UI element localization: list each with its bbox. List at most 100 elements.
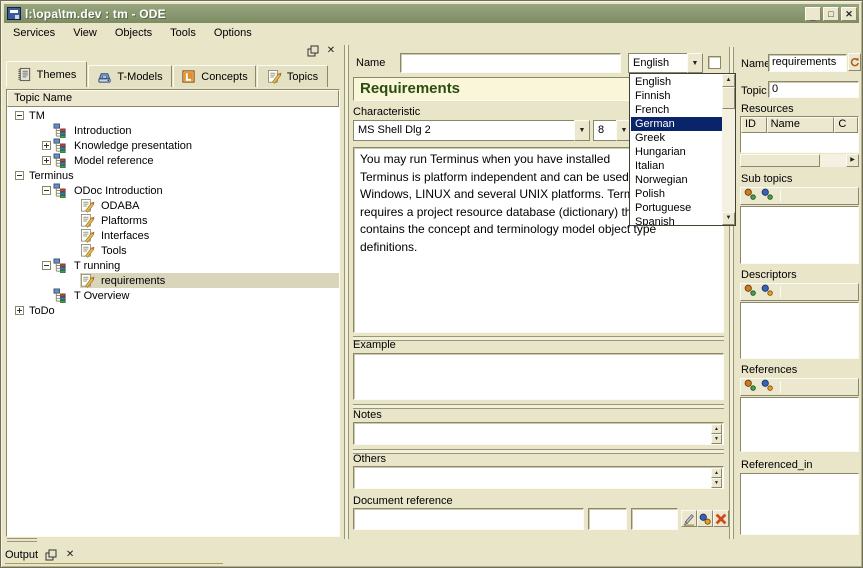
add-reference-button[interactable] (743, 378, 757, 397)
tree-row-requirements[interactable]: requirements (7, 273, 339, 288)
tree-row-model-reference[interactable]: Model reference (7, 153, 339, 168)
link-reference-button[interactable] (760, 378, 774, 397)
menu-services[interactable]: Services (4, 24, 64, 43)
menu-view[interactable]: View (64, 24, 106, 43)
resources-hscrollbar[interactable]: ▶ (740, 154, 859, 167)
spin-up-icon[interactable]: ▲ (711, 468, 722, 478)
spin-down-icon[interactable]: ▼ (711, 434, 722, 444)
language-option-hungarian[interactable]: Hungarian (631, 145, 722, 159)
splitter[interactable] (353, 336, 724, 341)
chevron-down-icon[interactable]: ▼ (687, 53, 703, 73)
language-option-finnish[interactable]: Finnish (631, 89, 722, 103)
menu-objects[interactable]: Objects (106, 24, 161, 43)
expand-icon[interactable] (15, 306, 24, 315)
others-field[interactable]: ▲▼ (353, 466, 724, 489)
font-size-combo[interactable]: 8 ▼ (593, 120, 632, 141)
language-option-norwegian[interactable]: Norwegian (631, 173, 722, 187)
docref-field-3[interactable] (631, 508, 678, 530)
subtopics-list[interactable] (740, 206, 859, 264)
spin-up-icon[interactable]: ▲ (711, 424, 722, 434)
resources-column-c[interactable]: C (834, 117, 858, 133)
spin-down-icon[interactable]: ▼ (711, 478, 722, 488)
add-descriptor-button[interactable] (743, 283, 757, 302)
language-option-german[interactable]: German (631, 117, 722, 131)
splitter[interactable] (353, 449, 724, 454)
language-option-greek[interactable]: Greek (631, 131, 722, 145)
close-button[interactable]: ✕ (841, 7, 857, 21)
maximize-button[interactable]: □ (823, 7, 839, 21)
tree-row-introduction[interactable]: Introduction (7, 123, 339, 138)
tree-row-tools[interactable]: Tools (7, 243, 339, 258)
font-combo[interactable]: MS Shell Dlg 2 ▼ (353, 120, 590, 141)
language-combo[interactable]: English ▼ (628, 53, 703, 73)
scrollbar-thumb[interactable] (722, 87, 735, 109)
leaf-topic-icon (80, 213, 98, 228)
collapse-icon[interactable] (42, 261, 51, 270)
rp-name-field[interactable]: requirements (768, 54, 847, 72)
tab-topics[interactable]: Topics (257, 65, 328, 87)
rp-topic-field[interactable]: 0 (768, 81, 859, 98)
tab-t-models[interactable]: T-Models (88, 65, 172, 87)
docref-link-button[interactable] (697, 510, 713, 527)
leaf-topic-icon (80, 228, 98, 243)
menu-tools[interactable]: Tools (161, 24, 205, 43)
expand-icon[interactable] (42, 141, 51, 150)
tab-themes[interactable]: Themes (6, 61, 87, 87)
docref-path-field[interactable] (353, 508, 584, 530)
tree-row-knowledge-presentation[interactable]: Knowledge presentation (7, 138, 339, 153)
resources-column-name[interactable]: Name (767, 117, 835, 133)
tab-concepts[interactable]: Concepts (173, 65, 256, 87)
minimize-button[interactable]: _ (805, 7, 821, 21)
tree-row-terminus[interactable]: Terminus (7, 168, 339, 183)
collapse-icon[interactable] (15, 111, 24, 120)
language-option-english[interactable]: English (631, 75, 722, 89)
refresh-button[interactable] (848, 53, 861, 71)
close-output-icon[interactable]: ✕ (64, 549, 76, 561)
example-textarea[interactable] (353, 353, 724, 400)
tree-row-t-overview[interactable]: T Overview (7, 288, 339, 303)
tree-row-todo[interactable]: ToDo (7, 303, 339, 318)
float-output-icon[interactable] (45, 549, 57, 561)
references-list[interactable] (740, 397, 859, 452)
language-option-french[interactable]: French (631, 103, 722, 117)
output-splitter-grip[interactable] (7, 538, 37, 542)
insert-subtopic-button[interactable] (760, 187, 774, 206)
language-checkbox[interactable] (708, 56, 721, 69)
splitter[interactable] (353, 404, 724, 409)
tree-row-odoc-introduction[interactable]: ODoc Introduction (7, 183, 339, 198)
expand-icon[interactable] (42, 156, 51, 165)
tree-row-t-running[interactable]: T running (7, 258, 339, 273)
tab-label: T-Models (117, 71, 162, 83)
scroll-up-icon[interactable]: ▲ (722, 74, 735, 87)
referenced-in-list[interactable] (740, 473, 859, 535)
link-descriptor-button[interactable] (760, 283, 774, 302)
docref-sign-button[interactable] (681, 510, 697, 527)
language-option-polish[interactable]: Polish (631, 187, 722, 201)
collapse-icon[interactable] (42, 186, 51, 195)
scroll-right-icon[interactable]: ▶ (846, 154, 859, 167)
menu-options[interactable]: Options (205, 24, 261, 43)
resources-column-id[interactable]: ID (741, 117, 767, 133)
chevron-down-icon[interactable]: ▼ (574, 120, 590, 141)
float-panel-icon[interactable] (307, 45, 319, 57)
notes-field[interactable]: ▲▼ (353, 422, 724, 445)
tree-row-tm[interactable]: TM (7, 108, 339, 123)
topic-name-input[interactable] (400, 53, 621, 73)
language-option-italian[interactable]: Italian (631, 159, 722, 173)
tree-row-odaba[interactable]: ODABA (7, 198, 339, 213)
scroll-down-icon[interactable]: ▼ (722, 212, 735, 225)
language-option-portuguese[interactable]: Portuguese (631, 201, 722, 215)
dropdown-scrollbar[interactable]: ▲ ▼ (722, 74, 735, 225)
scrollbar-thumb[interactable] (740, 154, 820, 167)
tree-row-interfaces[interactable]: Interfaces (7, 228, 339, 243)
language-option-spanish[interactable]: Spanish (631, 215, 722, 225)
descriptors-list[interactable] (740, 302, 859, 359)
topic-name-column-header[interactable]: Topic Name (7, 90, 339, 107)
tree-item-label: Model reference (71, 155, 157, 167)
docref-field-2[interactable] (588, 508, 627, 530)
tree-row-plaftorms[interactable]: Plaftorms (7, 213, 339, 228)
add-subtopic-button[interactable] (743, 187, 757, 206)
collapse-icon[interactable] (15, 171, 24, 180)
close-panel-icon[interactable]: ✕ (325, 45, 337, 57)
docref-delete-button[interactable] (713, 510, 729, 527)
